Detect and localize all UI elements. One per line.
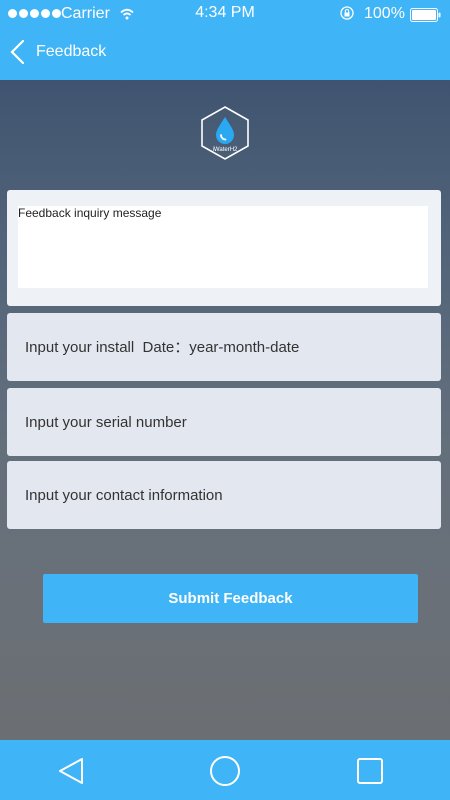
triangle-back-icon[interactable] [56,756,86,786]
square-recents-icon[interactable] [356,757,384,785]
feedback-screen: Carrier 4:34 PM 100% Feedback iWaterH2 F… [0,0,450,800]
page-title: Feedback [36,43,107,60]
message-card [7,190,441,306]
install-date-field-card [7,313,441,381]
logo-text: iWaterH2 [212,147,238,153]
orientation-lock-icon [340,6,354,20]
contact-info-input[interactable] [25,461,425,529]
serial-number-input[interactable] [25,388,425,456]
contact-info-field-card [7,461,441,529]
circle-home-icon[interactable] [209,755,241,787]
water-drop-hexagon-logo [201,106,249,160]
nav-bar: Feedback [0,28,450,80]
status-bar: Carrier 4:34 PM 100% [0,0,450,28]
top-bar: Carrier 4:34 PM 100% Feedback [0,0,450,80]
install-date-input[interactable] [25,313,425,381]
submit-feedback-button[interactable]: Submit Feedback [43,574,418,623]
chevron-left-icon[interactable] [6,38,30,66]
serial-number-field-card [7,388,441,456]
bottom-nav-bar [0,740,450,800]
feedback-message-input[interactable] [18,206,428,288]
battery-icon [410,8,441,22]
content-area: iWaterH2 Submit Feedback [0,80,450,740]
battery-percent: 100% [364,5,405,22]
